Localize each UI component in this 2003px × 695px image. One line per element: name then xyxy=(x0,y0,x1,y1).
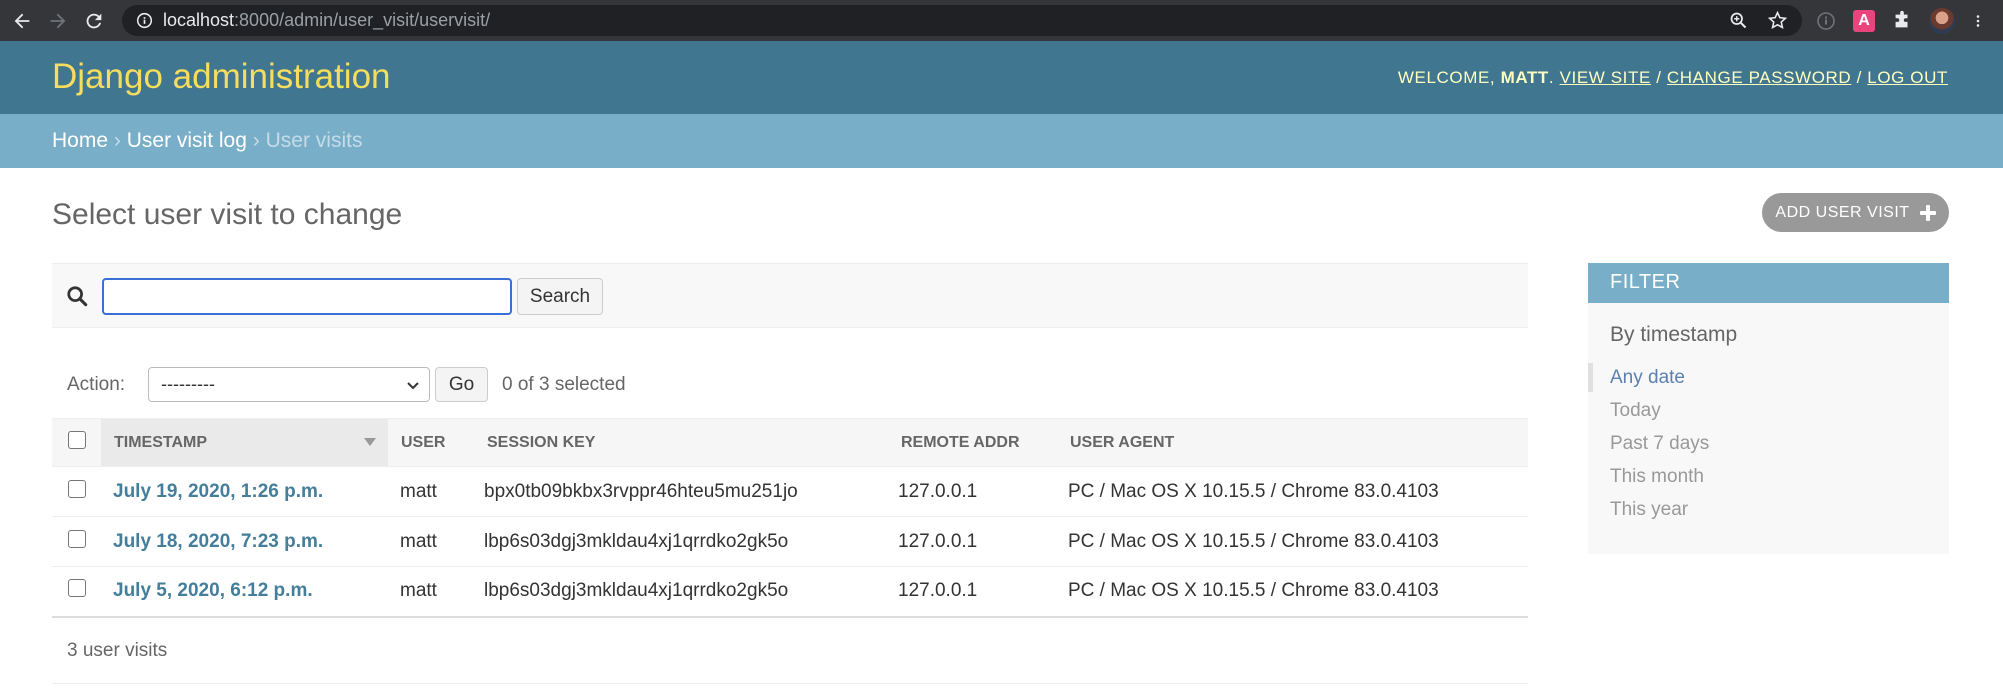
go-button[interactable]: Go xyxy=(435,367,488,402)
log-out-link[interactable]: Log out xyxy=(1867,68,1948,87)
user-cell: matt xyxy=(400,530,437,552)
admin-header: Django administration Welcome, matt. Vie… xyxy=(0,41,2003,114)
page-title: Select user visit to change xyxy=(52,198,403,231)
filter-option-this-year[interactable]: This year xyxy=(1588,493,1949,526)
filter-option-past-7-days[interactable]: Past 7 days xyxy=(1588,427,1949,460)
filter-panel: Filter By timestamp Any date Today Past … xyxy=(1588,263,1949,554)
search-toolbar: Search xyxy=(52,263,1528,328)
site-info-icon[interactable] xyxy=(136,12,153,29)
address-bar[interactable]: localhost:8000/admin/user_visit/uservisi… xyxy=(122,5,1802,36)
filter-subtitle: By timestamp xyxy=(1610,323,1738,346)
user-tools: Welcome, matt. View site / Change passwo… xyxy=(1397,68,1948,87)
breadcrumb: Home › User visit log › User visits xyxy=(0,114,2003,168)
timestamp-link[interactable]: July 5, 2020, 6:12 p.m. xyxy=(113,580,313,601)
reload-icon[interactable] xyxy=(78,5,110,37)
session-key-cell: lbp6s03dgj3mkldau4xj1qrrdko2gk5o xyxy=(484,580,789,602)
user-agent-cell: PC / Mac OS X 10.15.5 / Chrome 83.0.4103 xyxy=(1068,480,1439,502)
search-icon xyxy=(67,286,88,307)
table-row: July 5, 2020, 6:12 p.m. matt lbp6s03dgj3… xyxy=(52,566,1528,618)
sort-descending-icon[interactable] xyxy=(364,437,376,446)
chevron-down-icon xyxy=(407,382,419,390)
back-icon[interactable] xyxy=(6,5,38,37)
table-row: July 18, 2020, 7:23 p.m. matt lbp6s03dgj… xyxy=(52,516,1528,567)
column-header-user-agent: User agent xyxy=(1054,418,1528,467)
view-site-link[interactable]: View site xyxy=(1560,68,1651,87)
user-agent-cell: PC / Mac OS X 10.15.5 / Chrome 83.0.4103 xyxy=(1068,530,1439,552)
breadcrumb-separator: › xyxy=(252,129,260,152)
breadcrumb-current: User visits xyxy=(265,129,363,152)
action-select[interactable]: --------- xyxy=(148,367,430,402)
breadcrumb-app[interactable]: User visit log xyxy=(127,129,247,152)
actions-bar: Action: --------- Go 0 of 3 selected xyxy=(52,363,1528,407)
welcome-text: Welcome, xyxy=(1397,68,1496,87)
plus-icon xyxy=(1919,204,1936,221)
breadcrumb-home[interactable]: Home xyxy=(52,129,108,152)
row-checkbox[interactable] xyxy=(68,529,86,548)
separator: / xyxy=(1656,68,1662,87)
column-header-session-key: Session key xyxy=(472,418,886,467)
search-button[interactable]: Search xyxy=(517,278,603,315)
session-key-cell: lbp6s03dgj3mkldau4xj1qrrdko2gk5o xyxy=(484,530,789,552)
forward-icon[interactable] xyxy=(42,5,74,37)
paginator: 3 user visits xyxy=(52,620,1528,684)
bookmark-star-icon[interactable] xyxy=(1767,10,1788,31)
results-table: Timestamp User Session key Remote addr U… xyxy=(52,418,1528,618)
timestamp-link[interactable]: July 18, 2020, 7:23 p.m. xyxy=(113,531,323,552)
site-branding[interactable]: Django administration xyxy=(52,57,391,97)
add-user-visit-button[interactable]: Add user visit xyxy=(1762,193,1949,232)
zoom-icon[interactable] xyxy=(1728,10,1749,31)
browser-toolbar: localhost:8000/admin/user_visit/uservisi… xyxy=(0,0,2003,41)
session-key-cell: bpx0tb09bkbx3rvppr46hteu5mu251jo xyxy=(484,480,798,502)
row-checkbox[interactable] xyxy=(68,479,86,498)
add-button-label: Add user visit xyxy=(1775,203,1910,221)
column-header-remote-addr: Remote addr xyxy=(886,418,1054,467)
timestamp-link[interactable]: July 19, 2020, 1:26 p.m. xyxy=(113,481,323,502)
column-header-timestamp[interactable]: Timestamp xyxy=(101,418,388,467)
browser-menu-icon[interactable] xyxy=(1971,10,1985,32)
row-checkbox[interactable] xyxy=(68,579,86,598)
search-input[interactable] xyxy=(102,278,512,315)
separator: / xyxy=(1856,68,1862,87)
select-all-cell xyxy=(52,418,101,467)
action-label: Action: xyxy=(67,374,126,395)
user-cell: matt xyxy=(400,480,437,502)
breadcrumb-separator: › xyxy=(113,129,121,152)
url-text: localhost:8000/admin/user_visit/uservisi… xyxy=(163,10,491,30)
extension-info-icon[interactable] xyxy=(1815,10,1837,32)
extension-a-icon[interactable]: A xyxy=(1853,10,1875,32)
filter-option-this-month[interactable]: This month xyxy=(1588,460,1949,493)
filter-options: Any date Today Past 7 days This month Th… xyxy=(1588,361,1949,526)
user-cell: matt xyxy=(400,580,437,602)
remote-addr-cell: 127.0.0.1 xyxy=(898,530,978,552)
change-password-link[interactable]: Change password xyxy=(1667,68,1851,87)
user-agent-cell: PC / Mac OS X 10.15.5 / Chrome 83.0.4103 xyxy=(1068,580,1439,602)
selected-count: 0 of 3 selected xyxy=(502,374,626,395)
filter-title: Filter xyxy=(1588,263,1949,303)
extensions-puzzle-icon[interactable] xyxy=(1891,10,1913,32)
filter-option-today[interactable]: Today xyxy=(1588,394,1949,427)
profile-avatar[interactable] xyxy=(1929,8,1955,34)
select-all-checkbox[interactable] xyxy=(68,431,86,449)
username: matt xyxy=(1500,68,1549,87)
table-row: July 19, 2020, 1:26 p.m. matt bpx0tb09bk… xyxy=(52,466,1528,517)
filter-option-any-date[interactable]: Any date xyxy=(1588,361,1949,394)
column-header-user: User xyxy=(388,418,472,467)
action-selected-option: --------- xyxy=(161,374,215,394)
remote-addr-cell: 127.0.0.1 xyxy=(898,580,978,602)
remote-addr-cell: 127.0.0.1 xyxy=(898,480,978,502)
